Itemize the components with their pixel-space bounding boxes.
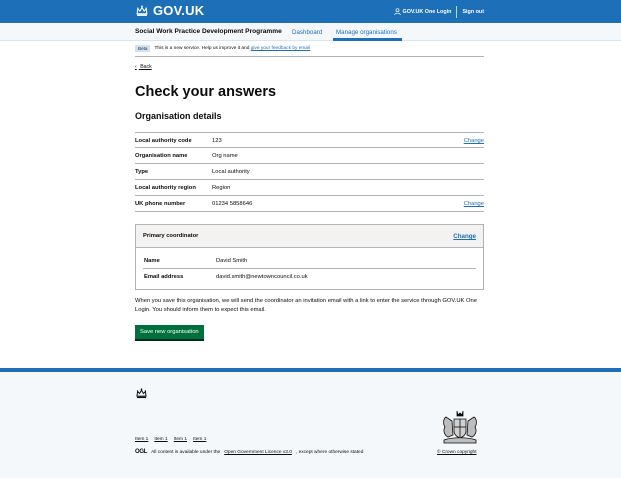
- primary-coordinator-card: Primary coordinator Change Name David Sm…: [135, 224, 484, 290]
- crown-copyright-link[interactable]: © Crown copyright: [437, 450, 477, 455]
- summary-key: Local authority code: [135, 138, 192, 144]
- footer-links: Item 1 Item 1 Item 1 Item 1: [135, 437, 206, 442]
- phase-banner-text: This is a new service. Help us improve i…: [154, 45, 310, 51]
- summary-row: Local authority region Region: [135, 180, 484, 196]
- govuk-header: GOV.UK GOV.UK One Login Sign out: [0, 0, 621, 23]
- chevron-left-icon: ‹: [135, 64, 137, 70]
- summary-row: Type Local authority: [135, 164, 484, 180]
- summary-key: Organisation name: [135, 153, 188, 159]
- card-key: Name: [144, 258, 160, 264]
- govuk-logo[interactable]: GOV.UK: [135, 3, 204, 18]
- change-phone-number-link[interactable]: Change: [464, 201, 484, 207]
- save-new-organisation-button[interactable]: Save new organisation: [135, 325, 204, 339]
- change-coordinator-link[interactable]: Change: [453, 233, 476, 240]
- licence-link[interactable]: Open Government Licence v3.0: [224, 450, 292, 455]
- royal-coat-of-arms-icon: [443, 410, 477, 444]
- organisation-summary-list: Local authority code 123 Change Organisa…: [135, 132, 484, 212]
- sign-out-link[interactable]: Sign out: [457, 9, 484, 15]
- card-body: Name David Smith Email address david.smi…: [136, 248, 483, 285]
- licence-suffix: , except where otherwise stated: [295, 449, 364, 455]
- feedback-link[interactable]: give your feedback by email: [251, 46, 310, 51]
- summary-row: Local authority code 123 Change: [135, 132, 484, 148]
- footer-link[interactable]: Item 1: [174, 437, 187, 442]
- footer-link[interactable]: Item 1: [135, 437, 148, 442]
- card-value: David Smith: [216, 258, 248, 264]
- phase-banner-message: This is a new service. Help us improve i…: [154, 46, 250, 51]
- summary-row: UK phone number 01234 5858646 Change: [135, 196, 484, 212]
- summary-value: Org name: [212, 153, 238, 159]
- footer-link[interactable]: Item 1: [193, 437, 206, 442]
- licence-prefix: All content is available under the: [151, 449, 221, 455]
- page-title: Check your answers: [135, 84, 277, 100]
- card-row: Email address david.smith@newtowncouncil…: [143, 269, 476, 285]
- one-login-link[interactable]: GOV.UK One Login: [393, 8, 457, 15]
- nav-dashboard[interactable]: Dashboard: [292, 29, 322, 36]
- govuk-footer: Item 1 Item 1 Item 1 Item 1 OGL All cont…: [0, 372, 621, 478]
- licence-statement: OGL All content is available under the O…: [135, 449, 363, 455]
- summary-value: Local authority: [212, 169, 250, 175]
- beta-tag: Beta: [135, 45, 151, 52]
- back-link-label: Back: [140, 64, 152, 70]
- change-local-authority-code-link[interactable]: Change: [464, 138, 484, 144]
- summary-row: Organisation name Org name: [135, 148, 484, 164]
- summary-value: 01234 5858646: [212, 201, 253, 207]
- summary-key: UK phone number: [135, 201, 186, 207]
- service-name[interactable]: Social Work Practice Development Program…: [135, 28, 282, 35]
- one-login-label: GOV.UK One Login: [402, 8, 452, 15]
- card-row: Name David Smith: [143, 253, 476, 269]
- user-icon: [393, 8, 401, 15]
- phase-banner: Beta This is a new service. Help us impr…: [135, 45, 484, 57]
- active-nav-indicator: [333, 38, 402, 41]
- card-value: david.smith@newtowncouncil.co.uk: [216, 274, 308, 280]
- section-title: Organisation details: [135, 111, 222, 121]
- crown-icon: [136, 5, 148, 16]
- invitation-info-text: When you save this organisation, we will…: [135, 298, 477, 313]
- ogl-logo: OGL: [135, 449, 148, 455]
- summary-key: Type: [135, 169, 149, 175]
- service-navigation: Social Work Practice Development Program…: [0, 23, 621, 41]
- footer-link[interactable]: Item 1: [154, 437, 167, 442]
- summary-value: 123: [212, 138, 222, 144]
- card-key: Email address: [144, 274, 184, 280]
- back-link[interactable]: ‹ Back: [135, 64, 152, 70]
- crown-icon: [136, 388, 147, 399]
- nav-manage-organisations[interactable]: Manage organisations: [336, 29, 397, 36]
- header-account-nav: GOV.UK One Login Sign out: [393, 0, 484, 23]
- summary-key: Local authority region: [135, 185, 196, 191]
- card-header: Primary coordinator Change: [136, 225, 483, 248]
- govuk-logo-text: GOV.UK: [153, 3, 205, 18]
- card-title: Primary coordinator: [143, 233, 199, 239]
- summary-value: Region: [212, 185, 231, 191]
